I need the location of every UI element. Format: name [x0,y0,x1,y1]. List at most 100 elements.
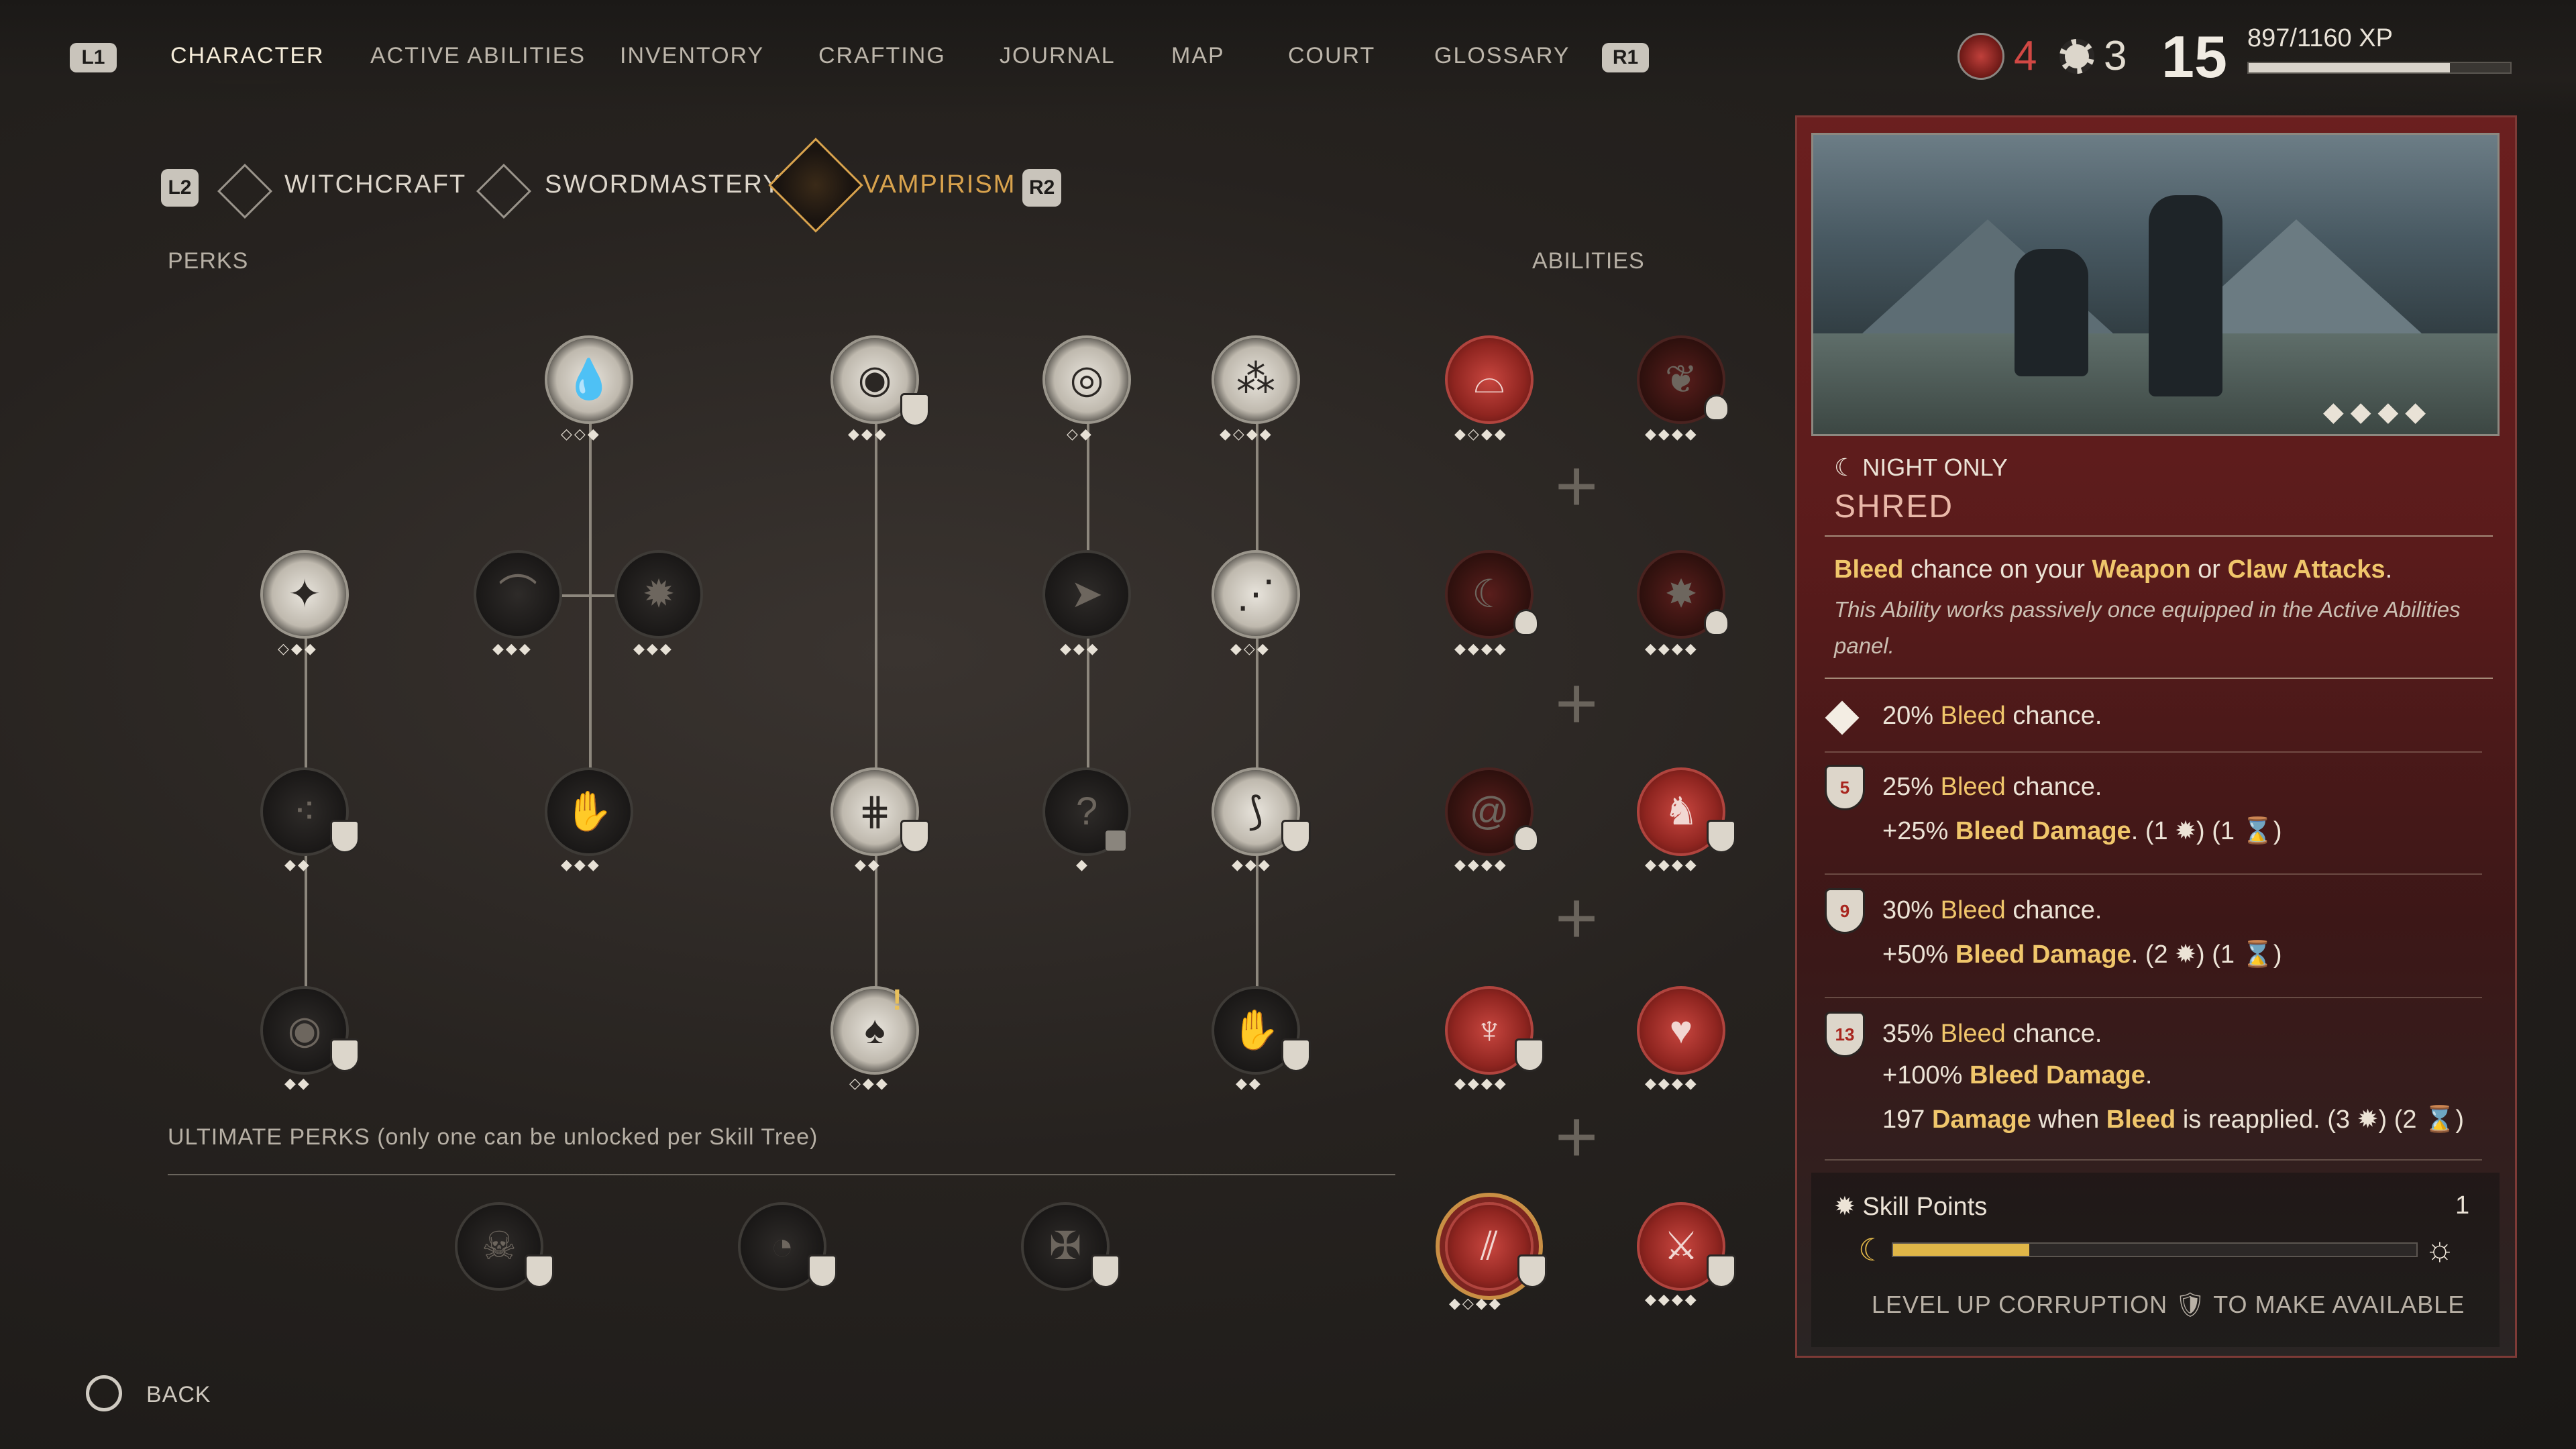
circle-button-icon[interactable] [86,1375,122,1411]
l1-button[interactable]: L1 [70,43,117,72]
claw-icon [330,820,360,853]
blood-icon [1957,32,2004,80]
perk-pips: ◆◇◆ [1230,640,1271,657]
tab-glossary[interactable]: GLOSSARY [1434,43,1570,69]
tier-4-line-3: 197 Damage when Bleed is reapplied. (3 ✹… [1882,1106,2465,1134]
tab-character[interactable]: CHARACTER [144,34,352,84]
claw-badge-icon: 9 [1825,888,1865,934]
perk-node[interactable]: ➤ [1042,550,1131,639]
claw-icon [900,393,930,427]
desc-text: chance on your [1903,555,2092,584]
perk-node[interactable]: ⋰ [1212,550,1300,639]
perk-pips: ◆◆ [284,1075,311,1091]
claw-badge-icon: 13 [1825,1012,1865,1057]
l2-button[interactable]: L2 [161,169,199,207]
claw-keyword: Claw Attacks [2227,555,2385,584]
perk-pips: ◆◇◆◆ [1220,425,1273,442]
perk-node[interactable]: ◎ [1042,335,1131,424]
claw-icon [330,1038,360,1072]
perk-pips: ◆◆ [1236,1075,1263,1091]
night-only-tag: ☾ NIGHT ONLY [1834,453,2008,482]
claw-badge-icon: 5 [1825,765,1865,810]
ultimate-divider [168,1174,1395,1175]
tab-court[interactable]: COURT [1288,43,1375,69]
perk-pips: ◇◇◆ [561,425,601,442]
perk-pips: ◆◆◆ [492,640,533,657]
cross-ornament: + [1555,662,1599,745]
ability-pips: ◆◆◆◆ [1454,640,1508,657]
tab-witchcraft[interactable]: WITCHCRAFT [284,170,466,199]
ability-node[interactable]: ⌓ [1445,335,1534,424]
ability-description: Bleed chance on your Weapon or Claw Atta… [1834,555,2392,584]
preview-figure [2015,249,2088,376]
abilities-label: ABILITIES [1532,248,1645,274]
gear-icon: ✹ [1834,1193,1856,1221]
gear-icon: ✹ [2357,1106,2379,1134]
skill-points-stat: 3 [2059,32,2127,80]
claw-mark-icon: ✋ [564,790,614,833]
connector-line [1256,380,1258,1030]
slash-icon: ⚔ [1664,1224,1699,1268]
bleed-keyword: Bleed [1834,555,1904,584]
perk-pips: ◆◆◆ [561,856,601,873]
tier-2-line-1: 25% Bleed chance. [1882,773,2102,801]
ability-pips: ◆◆◆◆ [1645,640,1699,657]
claw-icon [808,1254,837,1288]
drop-icon: ♠ [864,1008,885,1052]
talon-icon: ⟆ [1248,790,1264,833]
swordmastery-icon [476,163,532,219]
xp-bar-fill [2249,63,2451,72]
perk-pips: ◇◆ [1067,425,1093,442]
perk-pips: ◆◆◆ [633,640,674,657]
perk-pips: ◆◆◆ [848,425,888,442]
skill-points-row: ✹ Skill Points [1834,1191,1987,1222]
skill-points-value: 3 [2104,33,2127,79]
skill-points-label: Skill Points [1862,1193,1988,1221]
back-label[interactable]: BACK [146,1382,211,1408]
drops-icon: ⁖ [293,790,316,833]
desc-text: or [2190,555,2228,584]
tier-row-1: 20% Bleed chance. [1825,684,2482,753]
perk-node[interactable]: ✦ [260,550,349,639]
drop-icon: 💧 [564,358,614,401]
ghost-icon: ◔ [770,1224,794,1268]
unknown-icon: ? [1075,790,1098,833]
tab-crafting[interactable]: CRAFTING [818,43,946,69]
ability-node[interactable]: ♥ [1637,986,1725,1075]
perk-node[interactable]: 💧 [545,335,633,424]
claw-icon [1707,820,1736,853]
hand-icon: ✋ [1231,1008,1281,1052]
r1-button[interactable]: R1 [1602,43,1649,72]
tier-3-line-1: 30% Bleed chance. [1882,896,2102,924]
tab-active-abilities[interactable]: ACTIVE ABILITIES [370,43,586,69]
perks-label: PERKS [168,248,249,274]
tab-inventory[interactable]: INVENTORY [620,43,764,69]
perk-node[interactable]: ✋ [545,767,633,856]
perk-node[interactable]: ✹ [614,550,703,639]
wolf-icon: ☾ [1472,572,1507,616]
perk-pips: ◆◆ [855,856,881,873]
tab-map[interactable]: MAP [1171,43,1225,69]
skull-icon [1704,394,1729,421]
ability-title: SHRED [1834,489,1954,525]
perk-node[interactable]: ⌒ [474,550,562,639]
xp-text: 897/1160 XP [2247,24,2393,52]
r2-button[interactable]: R2 [1022,169,1062,207]
skull-icon [1513,609,1539,636]
tier-row-3: 9 30% Bleed chance. +50% Bleed Damage. (… [1825,875,2482,998]
claw-marks-icon: ⫽ [1481,1224,1498,1268]
sun-icon: ☼ [2424,1230,2455,1267]
scratch-icon: ⋕ [858,790,892,833]
tier-row-2: 5 25% Bleed chance. +25% Bleed Damage. (… [1825,753,2482,875]
tab-vampirism[interactable]: VAMPIRISM [863,170,1016,199]
preview-carousel[interactable]: ◆◆◆◆ [2323,396,2432,427]
skill-points-count: 1 [2455,1191,2470,1220]
tab-journal[interactable]: JOURNAL [1000,43,1116,69]
claw-icon: 🛡 [2175,1291,2206,1318]
spiral-icon: @ [1469,790,1509,833]
tier-3-line-2: +50% Bleed Damage. (2 ✹) (1 ⌛) [1882,941,2282,969]
tab-swordmastery[interactable]: SWORDMASTERY [545,170,782,199]
perk-node[interactable]: ♠ [830,986,919,1075]
ability-note: This Ability works passively once equipp… [1834,597,2461,658]
perk-node[interactable]: ⁂ [1212,335,1300,424]
